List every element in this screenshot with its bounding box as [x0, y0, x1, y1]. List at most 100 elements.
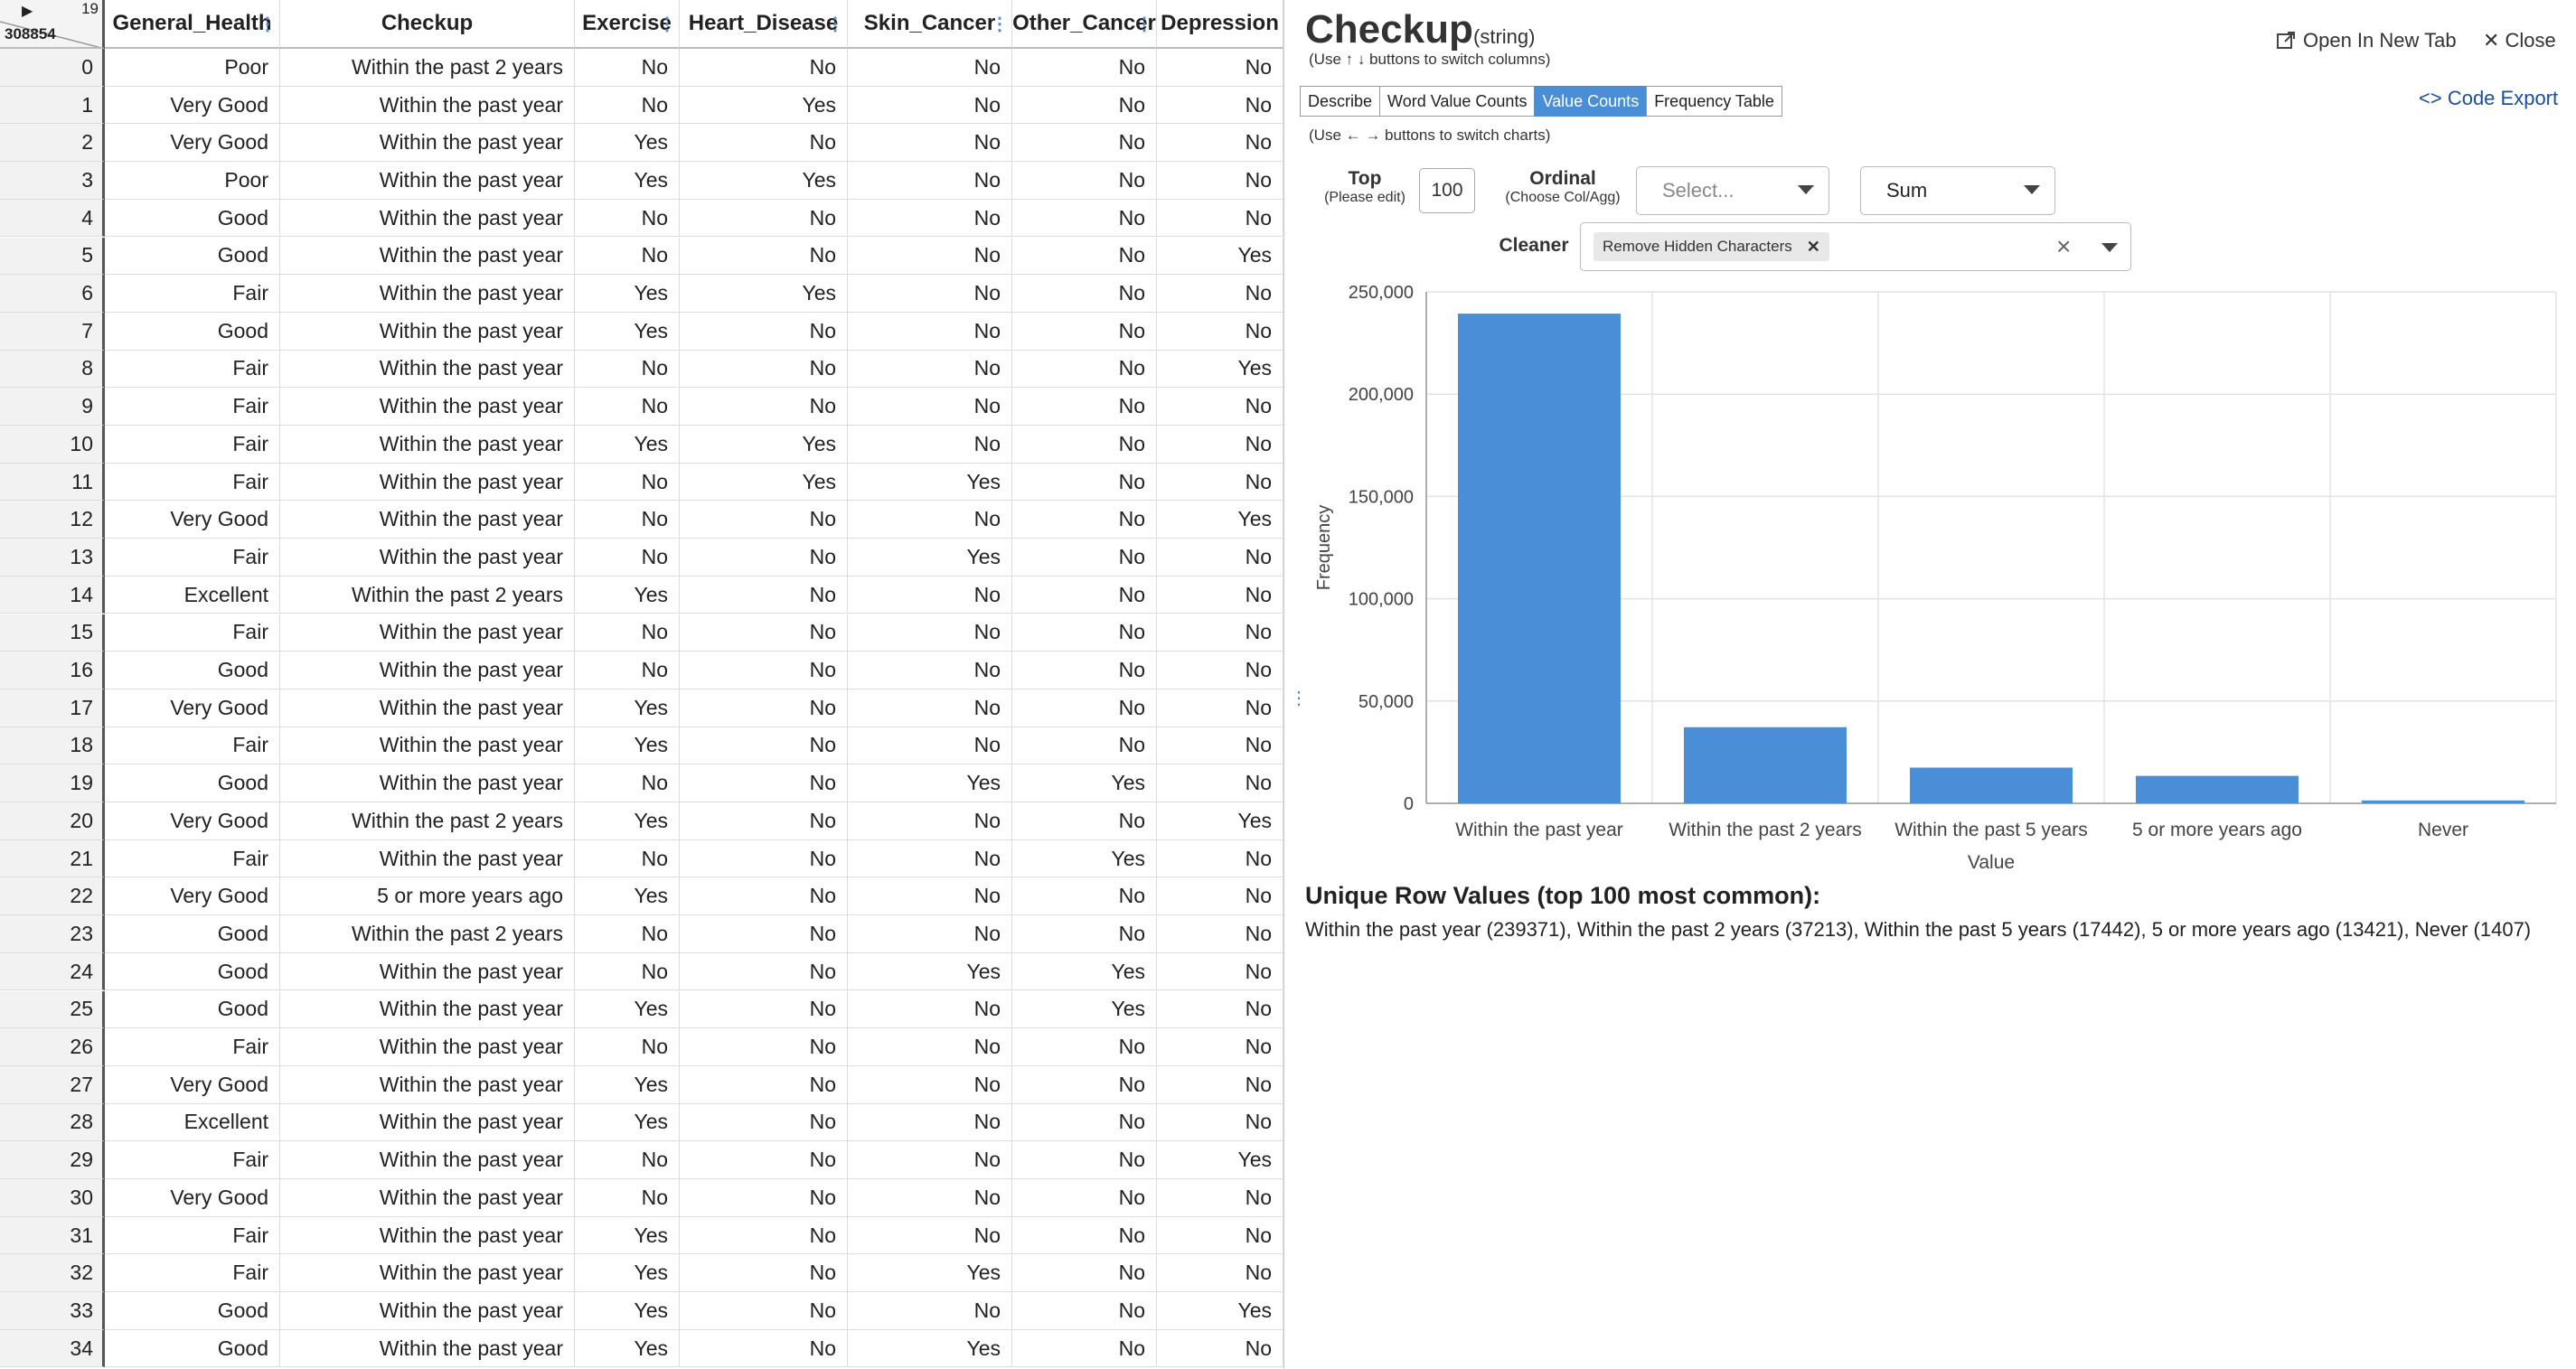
column-header-depression[interactable]: Depression [1157, 0, 1283, 49]
table-cell[interactable]: No [848, 990, 1012, 1029]
table-cell[interactable]: No [1157, 388, 1283, 426]
table-cell[interactable]: No [1012, 1141, 1157, 1179]
table-cell[interactable]: No [575, 614, 680, 652]
table-row[interactable]: 2 Very Good Within the past year Yes No No No N… [0, 124, 1283, 163]
table-cell[interactable]: Within the past year [280, 764, 575, 802]
table-cell[interactable]: Yes [575, 1065, 680, 1104]
column-resize-icon[interactable]: ⋮ [259, 13, 277, 36]
table-cell[interactable]: Yes [680, 86, 848, 125]
table-cell[interactable]: No [848, 312, 1012, 351]
table-cell[interactable]: Yes [575, 312, 680, 351]
table-cell[interactable]: Yes [575, 124, 680, 163]
table-cell[interactable]: No [1157, 275, 1283, 313]
table-cell[interactable]: No [1157, 1065, 1283, 1104]
table-cell[interactable]: Fair [105, 1028, 280, 1066]
table-cell[interactable]: No [848, 124, 1012, 163]
table-row[interactable]: 6 Fair Within the past year Yes Yes No No No [0, 275, 1283, 313]
table-cell[interactable]: No [848, 237, 1012, 276]
table-cell[interactable]: No [1012, 576, 1157, 614]
table-cell[interactable]: No [1157, 1329, 1283, 1368]
table-cell[interactable]: No [680, 576, 848, 614]
table-cell[interactable]: No [680, 350, 848, 389]
table-cell[interactable]: No [575, 1141, 680, 1179]
table-cell[interactable]: No [680, 1065, 848, 1104]
table-cell[interactable]: No [575, 86, 680, 125]
table-cell[interactable]: Within the past year [280, 689, 575, 727]
table-row[interactable]: 28 Excellent Within the past year Yes No No No… [0, 1103, 1283, 1142]
tab-frequency-table[interactable]: Frequency Table [1646, 86, 1782, 117]
table-cell[interactable]: Yes [1012, 990, 1157, 1029]
table-cell[interactable]: No [1012, 501, 1157, 539]
table-cell[interactable]: No [680, 1216, 848, 1255]
table-cell[interactable]: Yes [575, 1216, 680, 1255]
table-cell[interactable]: Within the past year [280, 727, 575, 765]
table-cell[interactable]: Within the past year [280, 1254, 575, 1293]
table-cell[interactable]: Fair [105, 426, 280, 464]
table-cell[interactable]: No [680, 1254, 848, 1293]
table-cell[interactable]: No [1157, 839, 1283, 878]
table-cell[interactable]: No [1157, 990, 1283, 1029]
table-cell[interactable]: Within the past year [280, 463, 575, 502]
table-cell[interactable]: No [1012, 802, 1157, 840]
table-cell[interactable]: No [1012, 1329, 1157, 1368]
table-cell[interactable]: Yes [848, 463, 1012, 502]
table-cell[interactable]: No [848, 652, 1012, 689]
chevron-down-icon[interactable] [2101, 243, 2118, 252]
table-row[interactable]: 24 Good Within the past year No No Yes Yes No [0, 952, 1283, 991]
table-cell[interactable]: No [575, 388, 680, 426]
table-row[interactable]: 32 Fair Within the past year Yes No Yes No No [0, 1254, 1283, 1293]
table-cell[interactable]: No [1157, 86, 1283, 125]
table-cell[interactable]: No [680, 764, 848, 802]
table-cell[interactable]: No [1157, 727, 1283, 765]
table-cell[interactable]: Yes [680, 463, 848, 502]
table-cell[interactable]: No [1157, 1103, 1283, 1142]
table-cell[interactable]: No [680, 388, 848, 426]
table-cell[interactable]: Good [105, 952, 280, 991]
table-cell[interactable]: No [848, 614, 1012, 652]
table-cell[interactable]: No [575, 539, 680, 577]
table-cell[interactable]: Very Good [105, 501, 280, 539]
table-row[interactable]: 1 Very Good Within the past year No Yes No No N… [0, 86, 1283, 125]
column-resize-icon[interactable]: ⋮ [1135, 13, 1153, 36]
table-cell[interactable]: Within the past year [280, 350, 575, 389]
table-cell[interactable]: No [1012, 1216, 1157, 1255]
table-cell[interactable]: No [1157, 952, 1283, 991]
grid-corner[interactable]: ▶ 19 308854 [0, 0, 105, 49]
table-cell[interactable]: 5 or more years ago [280, 877, 575, 916]
table-cell[interactable]: Within the past year [280, 839, 575, 878]
table-cell[interactable]: Good [105, 990, 280, 1029]
table-cell[interactable]: Within the past year [280, 86, 575, 125]
table-cell[interactable]: No [1157, 614, 1283, 652]
table-cell[interactable]: No [1012, 86, 1157, 125]
table-row[interactable]: 26 Fair Within the past year No No No No No [0, 1028, 1283, 1066]
table-cell[interactable]: Yes [848, 1254, 1012, 1293]
table-row[interactable]: 30 Very Good Within the past year No No No No N… [0, 1179, 1283, 1217]
table-cell[interactable]: No [848, 1065, 1012, 1104]
table-row[interactable]: 10 Fair Within the past year Yes Yes No No No [0, 426, 1283, 464]
table-cell[interactable]: No [1012, 877, 1157, 916]
table-cell[interactable]: No [680, 237, 848, 276]
table-cell[interactable]: No [848, 426, 1012, 464]
column-header-checkup[interactable]: Checkup [280, 0, 575, 49]
table-cell[interactable]: Excellent [105, 576, 280, 614]
column-header-skin-cancer[interactable]: Skin_Cancer ⋮ [848, 0, 1012, 49]
table-cell[interactable]: Yes [575, 802, 680, 840]
table-cell[interactable]: No [1012, 312, 1157, 351]
table-cell[interactable]: No [848, 576, 1012, 614]
table-cell[interactable]: Yes [680, 162, 848, 200]
tab-word-value-counts[interactable]: Word Value Counts [1379, 86, 1536, 117]
table-cell[interactable]: Within the past 2 years [280, 802, 575, 840]
table-cell[interactable]: No [680, 1103, 848, 1142]
table-cell[interactable]: Fair [105, 839, 280, 878]
table-cell[interactable]: No [1012, 915, 1157, 953]
table-cell[interactable]: Very Good [105, 1065, 280, 1104]
table-cell[interactable]: No [1012, 237, 1157, 276]
table-cell[interactable]: No [1157, 1028, 1283, 1066]
table-cell[interactable]: No [848, 915, 1012, 953]
open-new-tab-button[interactable]: Open In New Tab [2276, 29, 2457, 52]
table-cell[interactable]: Within the past year [280, 501, 575, 539]
table-cell[interactable]: Yes [575, 1329, 680, 1368]
table-cell[interactable]: No [1157, 1216, 1283, 1255]
table-row[interactable]: 31 Fair Within the past year Yes No No No No [0, 1216, 1283, 1255]
table-cell[interactable]: No [1157, 312, 1283, 351]
